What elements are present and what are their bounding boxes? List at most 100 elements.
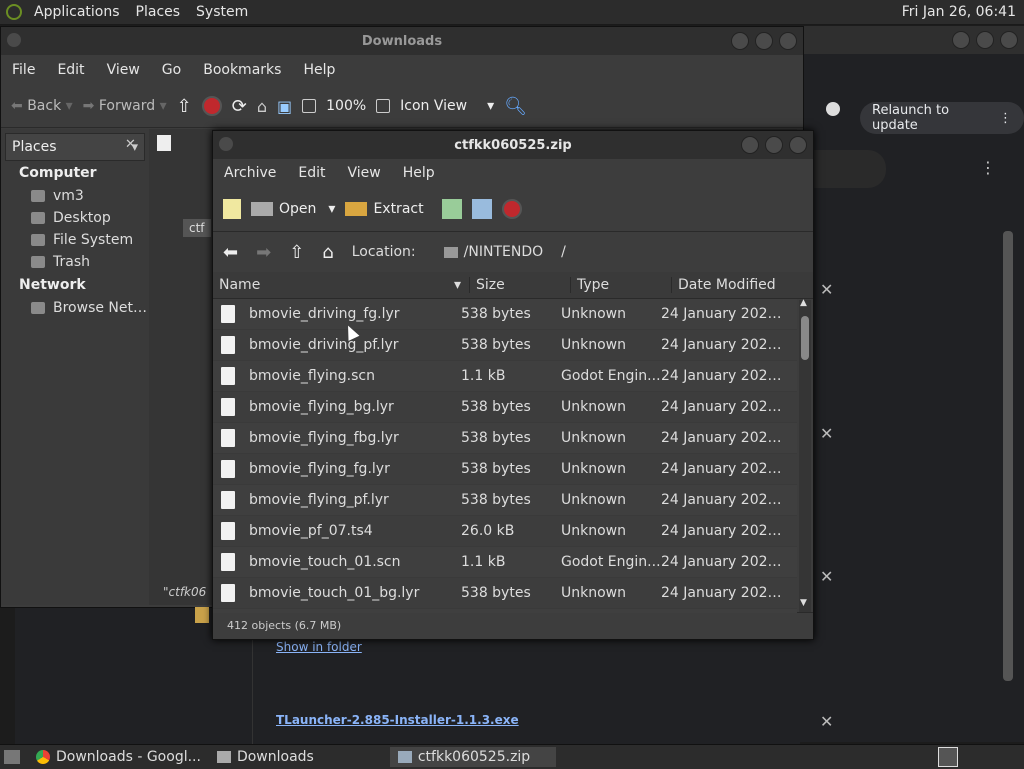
file-row[interactable]: bmovie_touch_01_fbg.lyr538 bytesUnknown2… [213,609,797,613]
column-date[interactable]: Date Modified [672,277,808,293]
search-icon[interactable]: 🔍︎ [504,96,527,117]
workspace-switcher[interactable] [938,747,958,767]
extract-button[interactable]: Extract [345,201,424,217]
sidebar-item-trash[interactable]: Trash [1,251,149,273]
task-archive[interactable]: ctfkk060525.zip [389,747,556,767]
reload-icon[interactable]: ⟳ [232,96,247,117]
file-row[interactable]: bmovie_flying_pf.lyr 538 bytes Unknown 24 J… [213,485,797,516]
file-row[interactable]: bmovie_flying_fg.lyr 538 bytes Unknown 24 J… [213,454,797,485]
menu-go[interactable]: Go [151,62,192,78]
scroll-down-icon[interactable]: ▼ [800,598,807,608]
task-downloads[interactable]: Downloads [209,747,322,767]
chrome-scrollbar[interactable] [1003,231,1013,681]
relaunch-button[interactable]: Relaunch to update ⋮ [860,102,1024,134]
column-name[interactable]: Name ▾ [213,277,470,293]
menu-archive[interactable]: Archive [213,165,287,181]
sidebar-selector[interactable]: Places ▾ [5,133,145,161]
open-button[interactable]: Open ▾ [251,201,335,217]
back-button[interactable]: ⬅ Back ▾ [11,98,73,114]
sidebar-item-filesystem[interactable]: File System [1,229,149,251]
window-menu-icon[interactable] [219,137,233,151]
up-arrow-icon[interactable]: ⇧ [289,242,304,263]
menu-edit[interactable]: Edit [287,165,336,181]
more-icon[interactable]: ⋮ [980,158,996,177]
scroll-up-icon[interactable]: ▲ [800,298,807,308]
back-arrow-icon[interactable]: ⬅ [223,242,238,263]
computer-icon[interactable]: ▣ [277,97,292,116]
file-row[interactable]: bmovie_pf_07.ts4 26.0 kB Unknown 24 January… [213,516,797,547]
menu-help[interactable]: Help [292,62,346,78]
partial-file-label[interactable]: ctf [183,219,211,237]
column-type[interactable]: Type [571,277,672,293]
add-folder-icon[interactable] [471,199,492,219]
stop-button[interactable] [501,199,522,219]
zoom-in-button[interactable] [376,99,391,113]
close-icon[interactable]: ✕ [820,567,833,586]
task-chrome[interactable]: Downloads - Googl... [28,747,209,767]
maximize-button[interactable] [765,136,783,154]
scrollbar[interactable]: ▲ ▼ [799,298,811,612]
menu-edit[interactable]: Edit [46,62,95,78]
add-files-icon[interactable] [441,199,462,219]
applications-menu[interactable]: Applications [26,4,128,20]
menu-file[interactable]: File [1,62,46,78]
profile-avatar[interactable] [826,102,840,116]
file-row[interactable]: bmovie_flying_fbg.lyr 538 bytes Unknown 24 … [213,423,797,454]
close-icon[interactable]: ✕ [820,280,833,299]
menu-bookmarks[interactable]: Bookmarks [192,62,292,78]
clock[interactable]: Fri Jan 26, 06:41 [902,4,1016,20]
close-button[interactable] [789,136,807,154]
close-button[interactable] [1000,31,1018,49]
archive-titlebar[interactable]: ctfkk060525.zip [213,131,813,159]
stop-button[interactable] [201,96,222,116]
places-menu[interactable]: Places [128,4,189,20]
file-date-cell: 24 January 2024, 1... [661,554,785,570]
new-archive-icon[interactable] [223,199,241,219]
window-menu-icon[interactable] [7,33,21,47]
person-icon [826,102,840,116]
minimize-button[interactable] [741,136,759,154]
column-size[interactable]: Size [470,277,571,293]
file-row[interactable]: bmovie_flying_bg.lyr 538 bytes Unknown 24 J… [213,392,797,423]
show-in-folder-link[interactable]: Show in folder [276,640,362,654]
file-row[interactable]: bmovie_flying.scn 1.1 kB Godot Engin... 24 … [213,361,797,392]
maximize-button[interactable] [976,31,994,49]
location-path-button[interactable]: /NINTENDO [443,244,543,260]
home-icon[interactable]: ⌂ [257,97,267,116]
download-filename-link[interactable]: TLauncher-2.885-Installer-1.1.3.exe [276,713,519,727]
sidebar-close-icon[interactable]: ✕ [125,137,136,152]
menu-view[interactable]: View [337,165,392,181]
file-row[interactable]: bmovie_touch_01_bg.lyr 538 bytes Unknown 24… [213,578,797,609]
up-button[interactable]: ⇧ [177,96,192,117]
sidebar-item-desktop[interactable]: Desktop [1,207,149,229]
sidebar-item-vm3[interactable]: vm3 [1,185,149,207]
file-type-cell: Unknown [561,306,626,322]
forward-arrow-icon[interactable]: ➡ [256,242,271,263]
sidebar-item-browse-network[interactable]: Browse Net… [1,297,149,319]
system-menu[interactable]: System [188,4,256,20]
close-button[interactable] [779,32,797,50]
scroll-thumb[interactable] [801,316,809,360]
zoom-level[interactable]: 100% [326,98,366,114]
file-size-cell: 538 bytes [461,585,531,601]
file-row[interactable]: bmovie_driving_fg.lyr 538 bytes Unknown 24 … [213,299,797,330]
maximize-button[interactable] [755,32,773,50]
menu-help[interactable]: Help [392,165,446,181]
chevron-down-icon[interactable]: ▾ [328,201,335,217]
home-icon[interactable]: ⌂ [322,242,333,263]
show-desktop-icon[interactable] [4,750,20,764]
minimize-button[interactable] [731,32,749,50]
zoom-out-button[interactable] [302,99,317,113]
minimize-button[interactable] [952,31,970,49]
downloads-titlebar[interactable]: Downloads [1,27,803,55]
file-type-cell: Unknown [561,461,626,477]
forward-button[interactable]: ➡ Forward ▾ [83,98,167,114]
menu-view[interactable]: View [96,62,151,78]
distro-logo-icon[interactable] [6,4,22,20]
file-row[interactable]: bmovie_touch_01.scn 1.1 kB Godot Engin... 2… [213,547,797,578]
view-mode-select[interactable]: Icon View ▾ [400,98,494,114]
close-icon[interactable]: ✕ [820,712,833,731]
close-icon[interactable]: ✕ [820,424,833,443]
file-row[interactable]: bmovie_driving_pf.lyr 538 bytes Unknown 24 … [213,330,797,361]
edit-location-icon[interactable] [157,135,171,151]
